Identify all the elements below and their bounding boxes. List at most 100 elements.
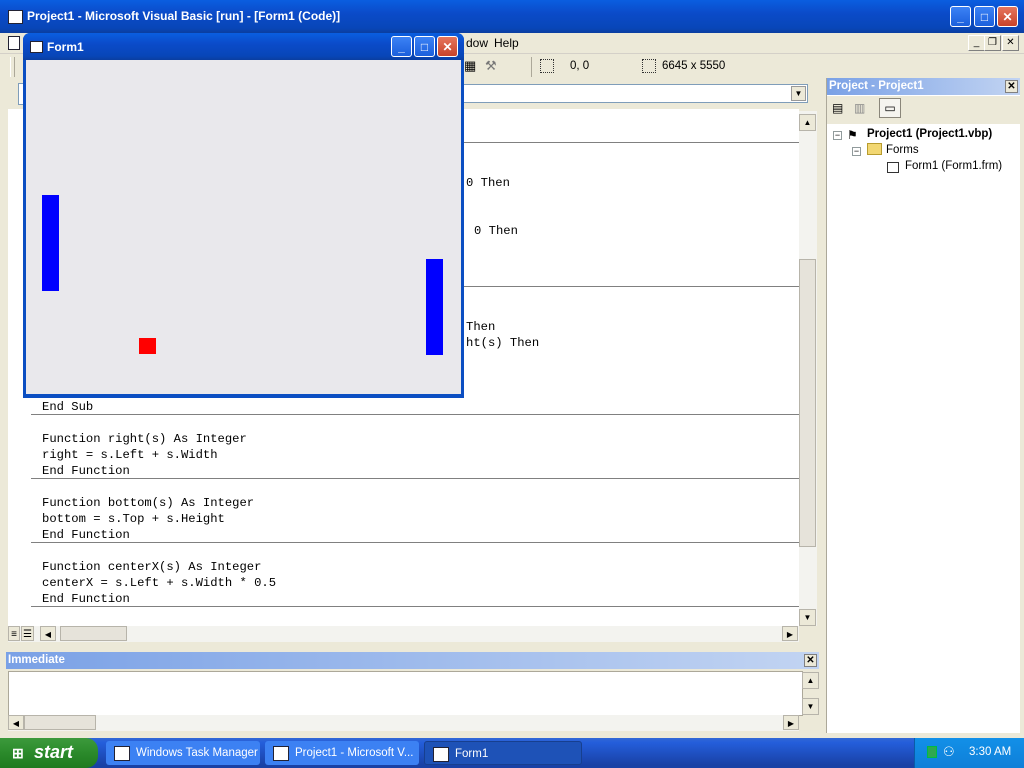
immediate-title[interactable]: Immediate ✕ <box>6 652 819 669</box>
main-window-title: Project1 - Microsoft Visual Basic [run] … <box>27 9 341 23</box>
code-vertical-scrollbar[interactable]: ▲ ▼ <box>799 111 817 626</box>
full-module-view-icon[interactable]: ☰ <box>21 626 34 641</box>
close-button[interactable]: ✕ <box>997 6 1018 27</box>
code-horizontal-scrollbar[interactable]: ≡ ☰ ◀ ▶ <box>8 626 799 642</box>
close-icon[interactable]: ✕ <box>1005 80 1018 93</box>
game-canvas[interactable] <box>26 60 461 394</box>
project-explorer-title-text: Project - Project1 <box>829 80 924 92</box>
procedure-view-icon[interactable]: ≡ <box>8 626 20 641</box>
collapse-icon[interactable]: − <box>852 147 861 156</box>
ball <box>139 338 156 354</box>
vertical-scroll-thumb[interactable] <box>799 259 816 547</box>
close-button[interactable]: ✕ <box>437 36 458 57</box>
procedure-separator <box>31 606 799 607</box>
main-title-bar[interactable]: Project1 - Microsoft Visual Basic [run] … <box>0 0 1024 33</box>
tree-item-forms[interactable]: Forms <box>886 144 919 156</box>
scroll-left-icon[interactable]: ◀ <box>40 626 56 641</box>
scroll-right-icon[interactable]: ▶ <box>783 715 799 730</box>
code-window-icon[interactable] <box>8 36 20 50</box>
procedure-separator <box>31 478 799 479</box>
code-line: right = s.Left + s.Width <box>42 448 218 462</box>
menu-window[interactable]: dow <box>466 36 488 50</box>
form1-title-bar[interactable]: Form1 _ □ ✕ <box>23 33 464 60</box>
project-icon: ⚑ <box>847 128 858 142</box>
close-icon[interactable]: ✕ <box>804 654 817 667</box>
network-icon[interactable]: ⚇ <box>943 744 955 760</box>
task-button-form1[interactable]: Form1 <box>424 741 582 765</box>
immediate-input[interactable] <box>8 671 803 716</box>
maximize-button[interactable]: □ <box>414 36 435 57</box>
windows-logo-icon: ⊞ <box>12 745 24 761</box>
position-icon <box>540 59 554 73</box>
immediate-horizontal-scrollbar[interactable]: ◀ ▶ <box>8 715 799 731</box>
code-line: Function centerX(s) As Integer <box>42 560 262 574</box>
minimize-button[interactable]: _ <box>950 6 971 27</box>
collapse-icon[interactable]: − <box>833 131 842 140</box>
scroll-down-icon[interactable]: ▼ <box>799 609 816 626</box>
code-fragment: Then <box>466 320 496 334</box>
vb-app-icon <box>273 746 289 761</box>
start-button[interactable]: ⊞ start <box>0 738 98 768</box>
form-icon <box>887 162 899 173</box>
task-label: Project1 - Microsoft V... <box>295 747 414 759</box>
immediate-window: Immediate ✕ ▲ ▼ ◀ ▶ <box>6 652 819 733</box>
procedure-combo[interactable]: ▼ <box>460 84 808 103</box>
code-line: End Sub <box>42 400 94 414</box>
tree-item-form1[interactable]: Form1 (Form1.frm) <box>905 160 1002 172</box>
chevron-down-icon[interactable]: ▼ <box>791 86 806 101</box>
task-button-task-manager[interactable]: Windows Task Manager <box>106 741 260 765</box>
mdi-restore-button[interactable]: ❐ <box>984 35 1001 51</box>
toggle-folders-icon[interactable]: ▭ <box>879 98 901 118</box>
mdi-minimize-button[interactable]: _ <box>968 35 985 51</box>
procedure-separator <box>31 542 799 543</box>
task-manager-tray-icon[interactable] <box>927 746 937 758</box>
scroll-corner <box>799 626 817 642</box>
maximize-button[interactable]: □ <box>974 6 995 27</box>
project-tree: − ⚑ Project1 (Project1.vbp) − Forms Form… <box>827 124 1020 733</box>
code-line: bottom = s.Top + s.Height <box>42 512 225 526</box>
code-line: End Function <box>42 528 130 542</box>
horizontal-scroll-thumb[interactable] <box>24 715 96 730</box>
tools-icon[interactable]: ⚒ <box>485 58 503 76</box>
folder-icon <box>867 143 882 155</box>
horizontal-scroll-thumb[interactable] <box>60 626 127 641</box>
minimize-button[interactable]: _ <box>391 36 412 57</box>
procedure-separator <box>31 414 799 415</box>
task-label: Windows Task Manager <box>136 747 258 759</box>
code-fragment: ht(s) Then <box>466 336 540 350</box>
code-line: End Function <box>42 592 130 606</box>
scroll-up-icon[interactable]: ▲ <box>802 672 819 689</box>
start-label: start <box>34 742 74 762</box>
toolbox-icon[interactable]: ▦ <box>464 58 482 76</box>
code-line: Function right(s) As Integer <box>42 432 247 446</box>
system-tray: ⚇ 3:30 AM <box>914 738 1024 768</box>
size-icon <box>642 59 656 73</box>
code-line: End Function <box>42 464 130 478</box>
menu-help[interactable]: Help <box>494 36 519 50</box>
view-code-icon[interactable]: ▤ <box>832 101 847 115</box>
form-icon <box>433 747 449 762</box>
form-icon[interactable] <box>30 41 43 53</box>
toolbar-grip[interactable] <box>10 57 15 77</box>
view-object-icon[interactable]: ▥ <box>854 101 869 115</box>
task-label: Form1 <box>455 748 489 760</box>
mdi-close-button[interactable]: ✕ <box>1002 35 1019 51</box>
project-explorer-title[interactable]: Project - Project1 ✕ <box>827 78 1020 95</box>
position-readout: 0, 0 <box>570 60 590 72</box>
vb-app-icon[interactable] <box>8 10 23 24</box>
scroll-right-icon[interactable]: ▶ <box>782 626 798 641</box>
left-paddle <box>42 195 59 291</box>
immediate-title-text: Immediate <box>8 654 65 666</box>
scroll-up-icon[interactable]: ▲ <box>799 114 816 131</box>
code-fragment: 0 Then <box>466 176 510 190</box>
size-readout: 6645 x 5550 <box>662 60 726 72</box>
scroll-down-icon[interactable]: ▼ <box>802 698 819 715</box>
clock[interactable]: 3:30 AM <box>969 746 1011 758</box>
scroll-left-icon[interactable]: ◀ <box>8 715 24 730</box>
project-explorer: Project - Project1 ✕ ▤ ▥ ▭ − ⚑ Project1 … <box>826 78 1020 733</box>
code-line: Function bottom(s) As Integer <box>42 496 255 510</box>
task-button-vb[interactable]: Project1 - Microsoft V... <box>265 741 419 765</box>
project-explorer-toolbar: ▤ ▥ ▭ <box>827 96 1020 124</box>
task-manager-icon <box>114 746 130 761</box>
tree-item-project[interactable]: Project1 (Project1.vbp) <box>867 128 992 140</box>
